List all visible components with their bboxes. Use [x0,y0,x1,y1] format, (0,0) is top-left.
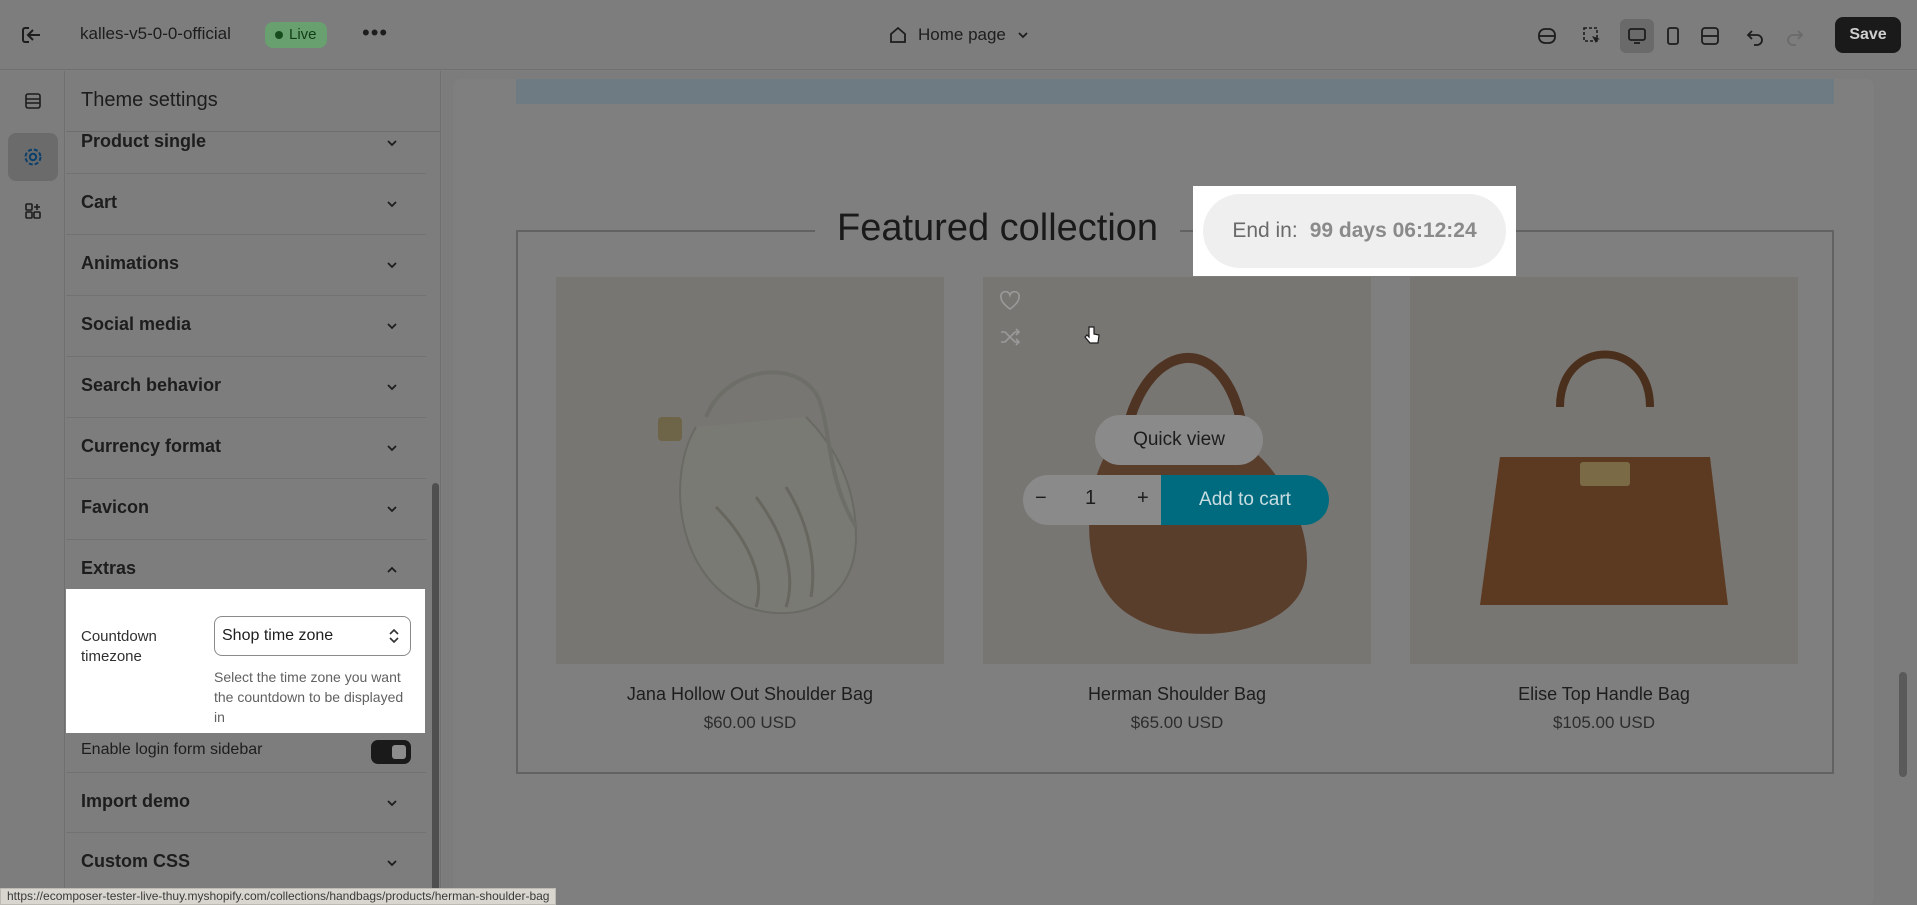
live-status-badge: Live [265,22,327,48]
countdown-timezone-help: Select the time zone you want the countd… [214,669,404,725]
desktop-view-icon[interactable] [1620,19,1654,53]
select-element-icon[interactable] [1578,22,1606,50]
product-image[interactable] [556,277,944,664]
preview-scrollbar[interactable] [1899,672,1907,777]
chevron-down-icon [387,384,397,391]
section-custom-css[interactable]: Custom CSS [66,833,426,894]
more-actions-icon[interactable]: ••• [362,20,388,46]
countdown-label: End in: [1232,219,1298,242]
hand-cursor-icon [1084,326,1100,344]
section-label: Product single [81,131,207,151]
section-label: Social media [81,314,192,334]
compare-icon[interactable] [999,327,1021,347]
product-name[interactable]: Jana Hollow Out Shoulder Bag [556,684,944,705]
login-sidebar-label: Enable login form sidebar [81,741,263,758]
product-card[interactable]: Quick view − 1 + Add to cart Herman Shou… [983,277,1371,733]
chevron-down-icon [1018,32,1028,39]
inspector-icon[interactable] [1533,22,1561,50]
theme-settings-panel: Theme settings Product single Cart Anima… [66,71,441,905]
quantity-stepper[interactable]: − 1 + [1023,475,1163,525]
product-price: $60.00 USD [703,713,797,732]
product-image[interactable] [1410,277,1798,664]
section-label: Search behavior [81,375,222,395]
product-card[interactable]: Elise Top Handle Bag $105.00 USD [1410,277,1798,733]
chevron-down-icon [387,445,397,452]
chevron-down-icon [387,506,397,513]
editor-topbar: kalles-v5-0-0-official Live ••• Home pag… [0,0,1917,70]
chevron-down-icon [387,140,397,147]
section-favicon[interactable]: Favicon [66,479,426,540]
fullscreen-view-icon[interactable] [1696,22,1724,50]
countdown-value: 99 days 06:12:24 [1309,219,1477,242]
store-name: kalles-v5-0-0-official [80,24,231,43]
product-image[interactable]: Quick view − 1 + Add to cart [983,277,1371,664]
heart-icon[interactable] [999,291,1021,311]
panel-title: Theme settings [81,89,218,111]
section-label: Import demo [81,791,191,811]
section-label: Favicon [81,497,150,517]
section-animations[interactable]: Animations [66,235,426,296]
chevron-down-icon [387,323,397,330]
section-search-behavior[interactable]: Search behavior [66,357,426,418]
panel-scrollbar[interactable] [432,483,439,895]
login-sidebar-toggle[interactable] [371,740,411,764]
save-button[interactable]: Save [1835,17,1901,53]
section-label: Cart [81,192,118,212]
page-selector[interactable]: Home page [888,22,1030,48]
section-label: Custom CSS [81,851,191,871]
product-price: $65.00 USD [1130,713,1224,732]
countdown-timezone-select[interactable]: Shop time zone [214,616,411,656]
page-selector-label: Home page [918,25,1006,44]
redo-icon[interactable] [1781,22,1809,50]
section-label: Currency format [81,436,222,456]
select-arrows-icon [389,628,399,644]
section-product-single[interactable]: Product single [66,113,426,174]
countdown-timer: End in: 99 days 06:12:24 [1203,194,1506,268]
product-price: $105.00 USD [1552,713,1656,732]
qty-minus-button[interactable]: − [1035,487,1047,510]
chevron-down-icon [387,800,397,807]
editor-rail [0,71,65,905]
chevron-down-icon [387,201,397,208]
section-social-media[interactable]: Social media [66,296,426,357]
qty-plus-button[interactable]: + [1137,487,1149,510]
chevron-down-icon [387,262,397,269]
countdown-timezone-setting: Countdown timezone Shop time zone Select… [66,589,425,733]
status-url: https://ecomposer-tester-live-thuy.mysho… [0,888,557,905]
collection-title: Featured collection [815,207,1181,250]
section-label: Animations [81,253,180,273]
chevron-up-icon [387,566,397,573]
select-value: Shop time zone [222,627,334,644]
section-import-demo[interactable]: Import demo [66,772,426,833]
product-name[interactable]: Herman Shoulder Bag [983,684,1371,705]
home-icon [890,26,906,43]
section-label: Extras [81,558,137,578]
product-card[interactable]: Jana Hollow Out Shoulder Bag $60.00 USD [556,277,944,733]
exit-icon[interactable] [20,24,44,46]
section-currency-format[interactable]: Currency format [66,418,426,479]
store-preview-canvas: Featured collection End in: 99 days 06:1… [453,79,1874,905]
countdown-timezone-label: Countdown timezone [81,628,157,665]
theme-settings-gear-icon[interactable] [8,133,58,181]
chevron-down-icon [387,860,397,867]
apps-icon[interactable] [8,187,58,235]
add-to-cart-button[interactable]: Add to cart [1161,475,1329,525]
product-name[interactable]: Elise Top Handle Bag [1410,684,1798,705]
section-cart[interactable]: Cart [66,174,426,235]
sections-icon[interactable] [8,77,58,125]
previous-section-strip [516,79,1834,104]
quick-view-button[interactable]: Quick view [1095,415,1263,465]
mobile-view-icon[interactable] [1659,22,1687,50]
undo-icon[interactable] [1741,22,1769,50]
countdown-highlight: End in: 99 days 06:12:24 [1193,186,1516,276]
qty-value[interactable]: 1 [1085,487,1096,510]
